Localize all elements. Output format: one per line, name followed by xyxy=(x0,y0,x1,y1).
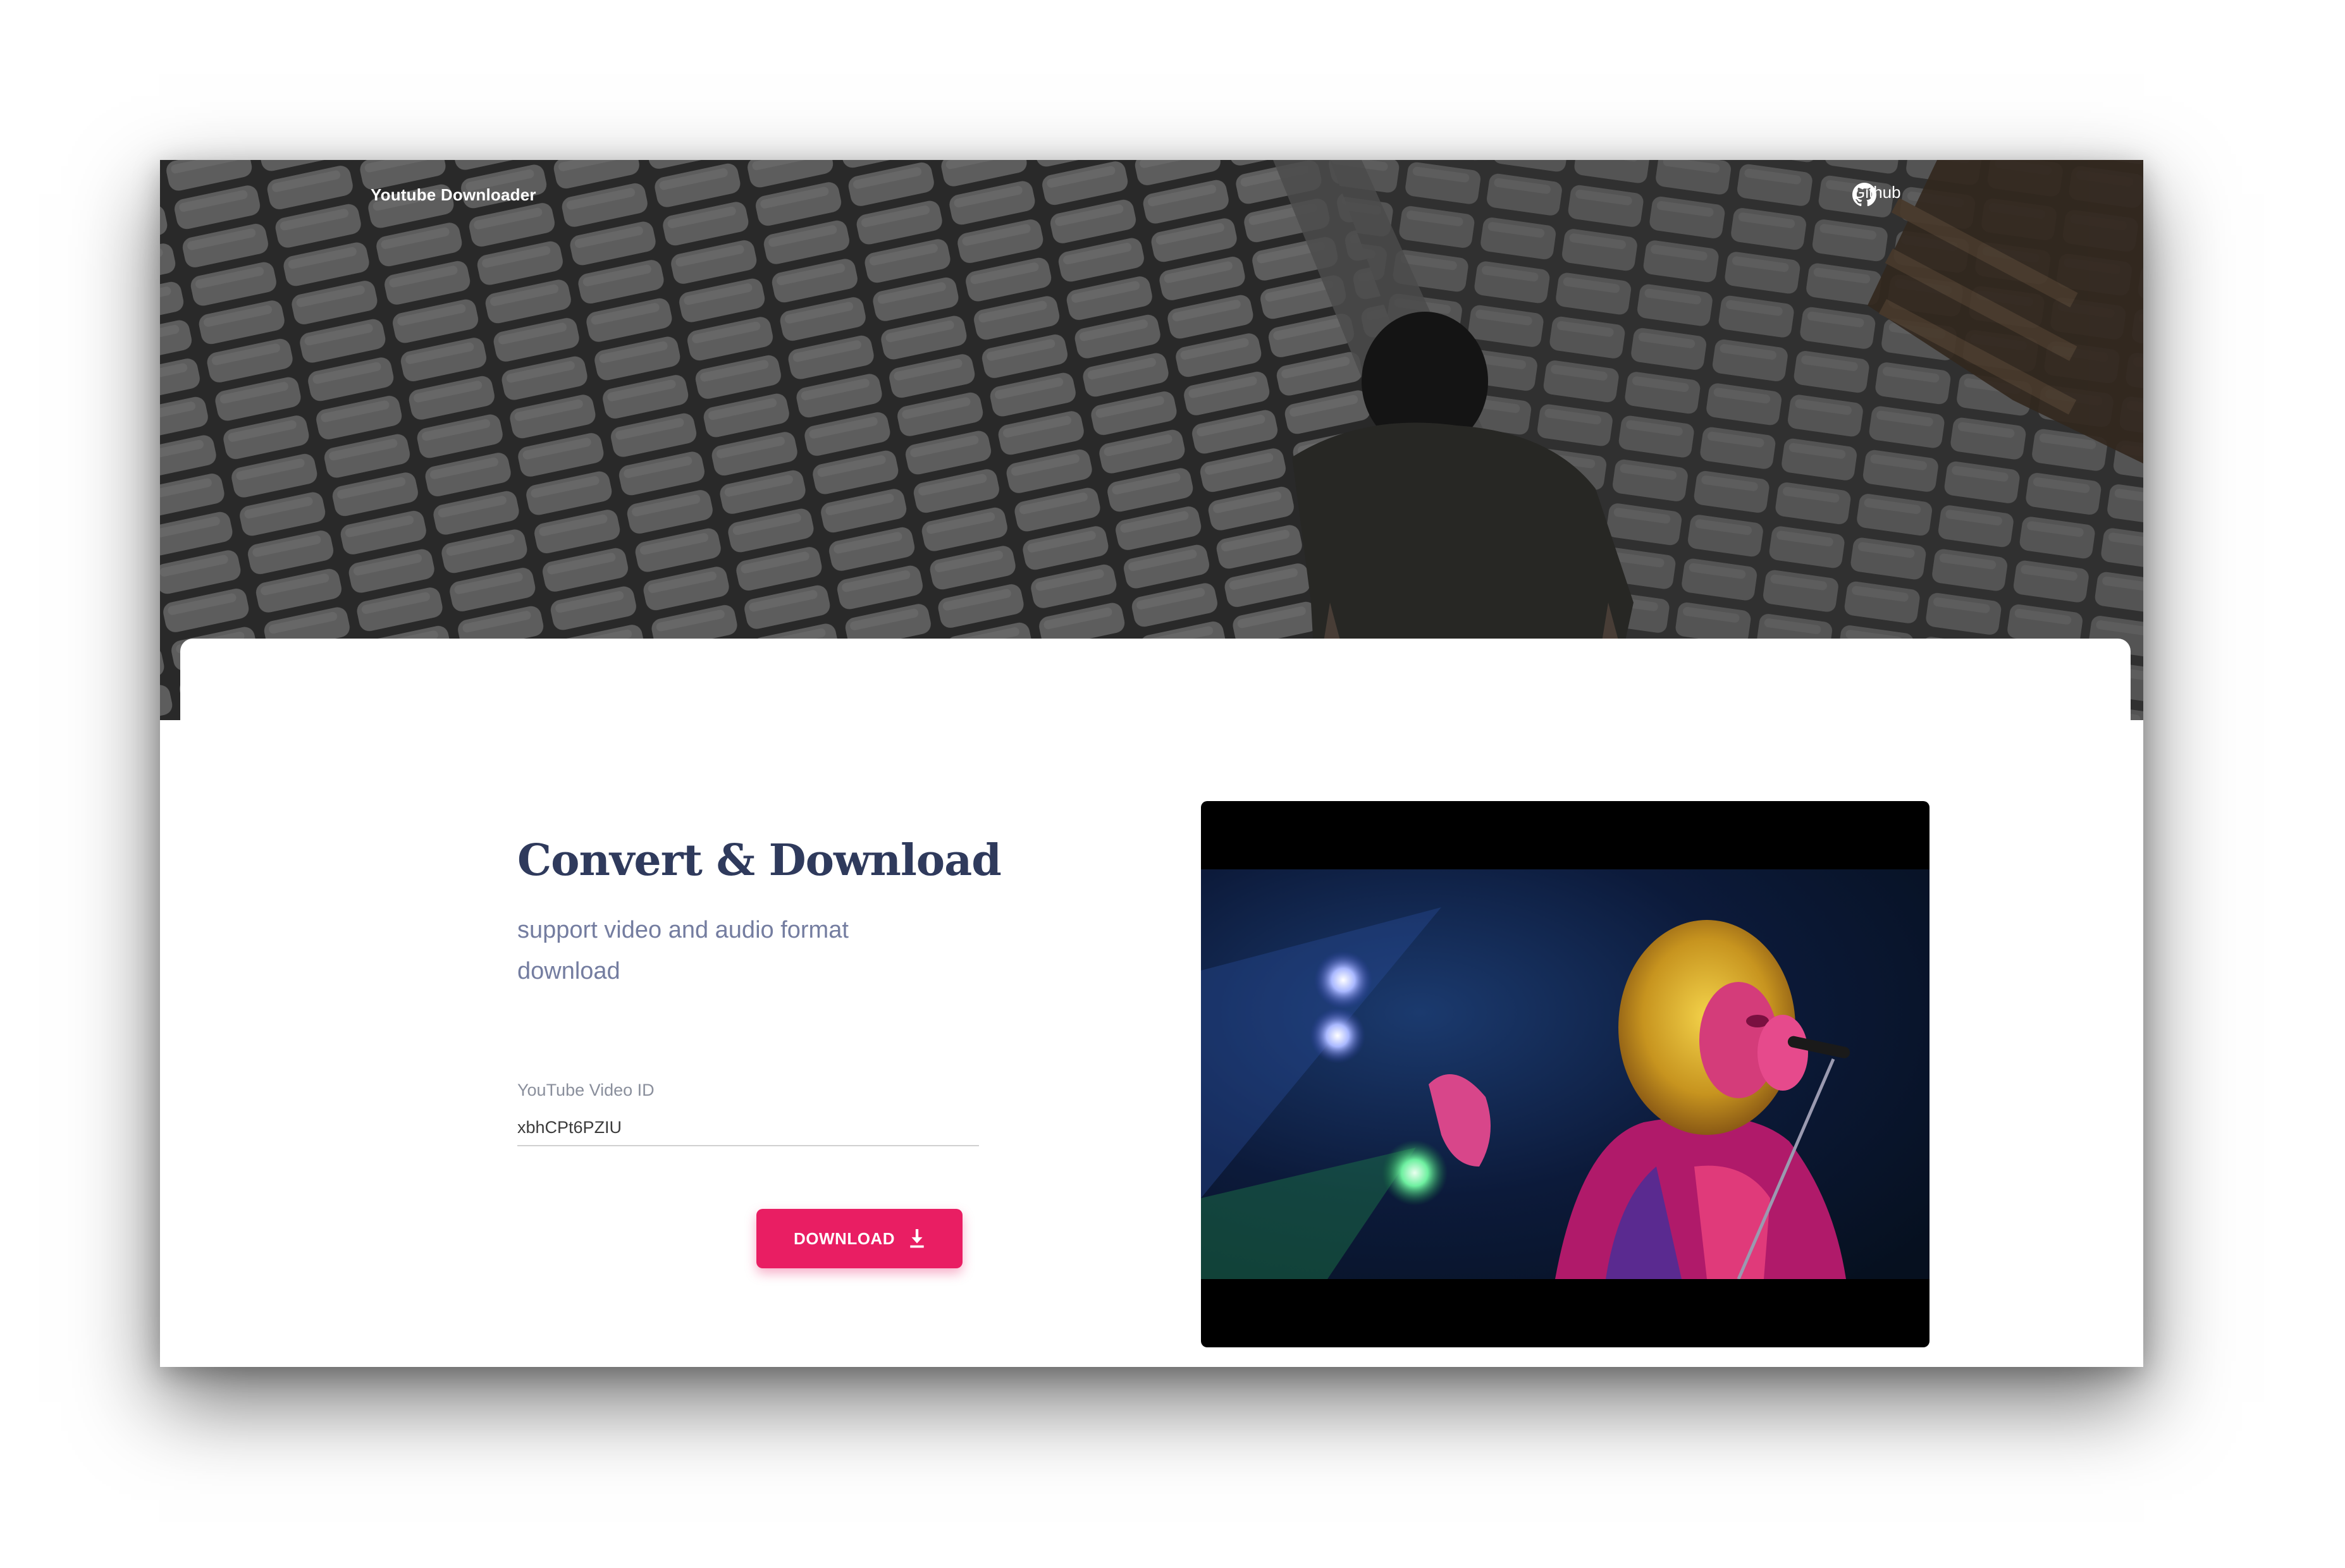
video-id-label: YouTube Video ID xyxy=(517,1081,655,1099)
download-button[interactable]: DOWNLOAD xyxy=(756,1209,963,1268)
page-title: Convert & Download xyxy=(517,835,1002,886)
video-frame xyxy=(1201,869,1930,1279)
video-preview[interactable] xyxy=(1201,801,1930,1347)
hero-background: Youtube Downloader Github xyxy=(160,160,2143,720)
download-button-label: DOWNLOAD xyxy=(794,1228,895,1248)
download-arrow-icon xyxy=(910,1229,924,1248)
nav-brand[interactable]: Youtube Downloader xyxy=(371,185,536,205)
video-id-input[interactable] xyxy=(517,1110,979,1146)
browser-window: Youtube Downloader Github Convert & Down… xyxy=(160,160,2143,1367)
github-icon xyxy=(1852,183,1876,207)
hero-overlay xyxy=(160,160,2143,720)
github-link[interactable]: Github xyxy=(1852,183,1901,207)
page-subtitle: support video and audio format download xyxy=(517,917,849,984)
